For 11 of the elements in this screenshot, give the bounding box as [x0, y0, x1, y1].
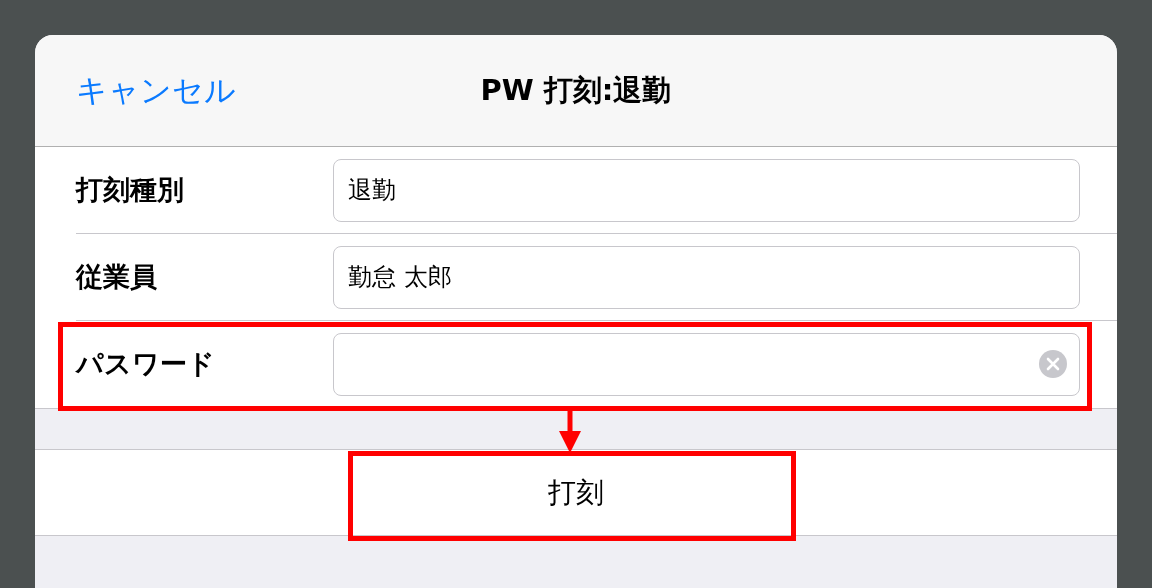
field-label: パスワード [76, 347, 216, 382]
input-field[interactable] [333, 333, 1080, 396]
cancel-button[interactable]: キャンセル [76, 67, 236, 114]
dialog-title: PW 打刻:退勤 [480, 71, 672, 109]
field-label: 従業員 [76, 259, 158, 294]
punch-button[interactable]: 打刻 [548, 471, 604, 514]
field-label: 打刻種別 [76, 172, 185, 207]
input-field[interactable]: 退勤 [333, 158, 1080, 222]
input-field[interactable]: 勤怠 太郎 [333, 245, 1080, 309]
arrow-icon [558, 409, 582, 453]
clear-icon[interactable] [1039, 350, 1067, 378]
